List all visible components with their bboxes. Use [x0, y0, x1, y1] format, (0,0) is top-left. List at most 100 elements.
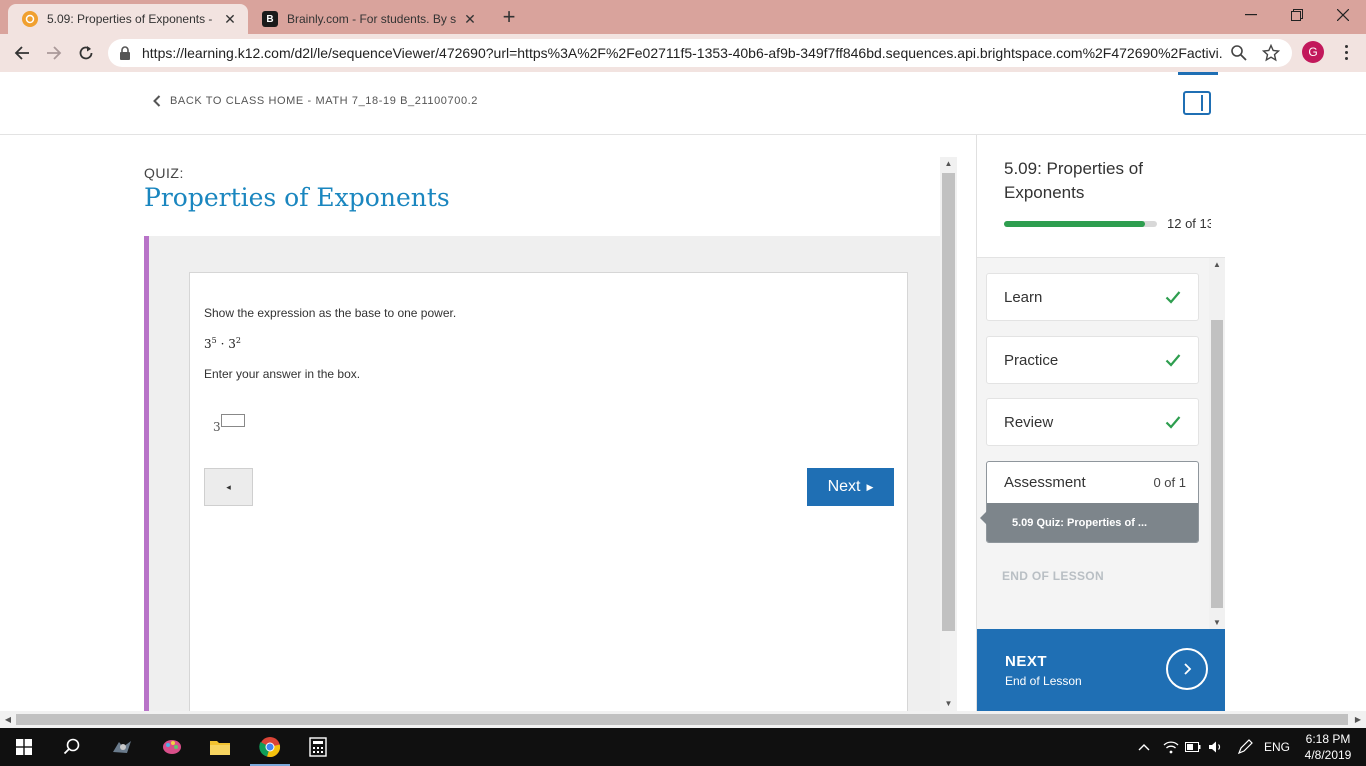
- forward-arrow-icon[interactable]: [42, 41, 66, 65]
- brainly-favicon-icon: B: [262, 11, 278, 27]
- page-title: Properties of Exponents: [144, 183, 450, 212]
- profile-avatar[interactable]: G: [1302, 41, 1324, 63]
- sidebar-item-practice[interactable]: Practice: [986, 336, 1199, 384]
- restore-icon[interactable]: [1274, 0, 1320, 30]
- clock-time: 6:18 PM: [1305, 732, 1351, 746]
- play-triangle-icon: ▶: [866, 481, 874, 492]
- scrollbar-thumb[interactable]: [16, 714, 1348, 725]
- sidebar-scrollbar[interactable]: ▲ ▼: [1209, 258, 1225, 629]
- sidebar-item-assessment[interactable]: Assessment 0 of 1 5.09 Quiz: Properties …: [986, 461, 1199, 543]
- assessment-header[interactable]: Assessment 0 of 1: [987, 462, 1198, 503]
- tab-title: 5.09: Properties of Exponents - M: [47, 12, 216, 26]
- scroll-down-arrow-icon[interactable]: ▼: [940, 697, 957, 711]
- search-icon[interactable]: [48, 728, 96, 766]
- calculator-icon[interactable]: [294, 728, 342, 766]
- side-panel-toggle-icon[interactable]: [1183, 91, 1211, 115]
- scroll-up-arrow-icon[interactable]: ▲: [940, 157, 957, 171]
- new-tab-plus-icon[interactable]: +: [498, 6, 520, 28]
- wifi-icon[interactable]: [1160, 728, 1182, 766]
- file-explorer-folder-icon[interactable]: [196, 728, 244, 766]
- battery-icon[interactable]: [1183, 728, 1203, 766]
- zoom-search-icon[interactable]: [1230, 44, 1248, 62]
- sidebar-item-label: Review: [1004, 413, 1054, 431]
- minimize-icon[interactable]: [1228, 0, 1274, 30]
- back-arrow-icon[interactable]: [10, 41, 34, 65]
- url-text: https://learning.k12.com/d2l/le/sequence…: [142, 45, 1222, 61]
- lesson-progress-bar: [1004, 221, 1157, 227]
- next-panel-subtitle: End of Lesson: [1005, 674, 1082, 688]
- browser-tab-strip: 5.09: Properties of Exponents - M ✕ B Br…: [0, 0, 1366, 34]
- answer-instruction: Enter your answer in the box.: [204, 367, 361, 381]
- lesson-title: 5.09: Properties of Exponents: [1004, 159, 1143, 202]
- browser-tab-active[interactable]: 5.09: Properties of Exponents - M ✕: [8, 4, 248, 34]
- tab-close-icon[interactable]: ✕: [222, 11, 238, 28]
- top-accent-tab: [1178, 72, 1218, 75]
- chevron-right-circle-icon: [1166, 648, 1208, 690]
- answer-base: 3: [213, 420, 221, 434]
- quiz-label: QUIZ:: [144, 165, 184, 181]
- taskbar-clock[interactable]: 6:18 PM 4/8/2019: [1296, 731, 1360, 763]
- course-top-bar: BACK TO CLASS HOME - MATH 7_18-19 B_2110…: [0, 72, 1366, 135]
- checkmark-icon: [1165, 416, 1181, 429]
- close-window-icon[interactable]: [1320, 0, 1366, 30]
- content-scrollbar[interactable]: ▲ ▼: [940, 157, 957, 711]
- sidebar-item-learn[interactable]: Learn: [986, 273, 1199, 321]
- lesson-progress-text: 12 of 13: [1167, 216, 1211, 231]
- scroll-up-arrow-icon[interactable]: ▲: [1209, 258, 1225, 272]
- question-expression: 35 · 32: [204, 336, 241, 351]
- scroll-left-arrow-icon[interactable]: ◀: [0, 711, 16, 728]
- expr-base: 3: [228, 337, 236, 351]
- assessment-label: Assessment: [1004, 474, 1086, 491]
- assessment-count: 0 of 1: [1153, 475, 1186, 490]
- sidebar-item-label: Learn: [1004, 288, 1043, 306]
- reload-icon[interactable]: [74, 41, 98, 65]
- assessment-quiz-link[interactable]: 5.09 Quiz: Properties of ...: [987, 503, 1198, 542]
- k12-favicon-icon: [22, 11, 38, 27]
- tab-close-icon[interactable]: ✕: [462, 11, 478, 28]
- sidebar-item-label: Practice: [1004, 351, 1059, 369]
- exponent-answer-input[interactable]: [221, 414, 245, 427]
- next-button-label: Next: [827, 478, 861, 495]
- scrollbar-thumb[interactable]: [1211, 320, 1223, 608]
- expr-base: 3: [204, 337, 212, 351]
- quiz-frame: Show the expression as the base to one p…: [144, 236, 940, 711]
- main-content: QUIZ: Properties of Exponents Show the e…: [0, 135, 976, 711]
- chevron-left-icon: [153, 95, 161, 107]
- browser-tab[interactable]: B Brainly.com - For students. By stu ✕: [248, 4, 488, 34]
- checkmark-icon: [1165, 291, 1181, 304]
- expr-multiply-dot: ·: [220, 337, 225, 351]
- page-horizontal-scrollbar[interactable]: ◀ ▶: [0, 711, 1366, 728]
- pen-input-icon[interactable]: [1234, 728, 1256, 766]
- back-to-class-link[interactable]: BACK TO CLASS HOME - MATH 7_18-19 B_2110…: [152, 95, 478, 107]
- lesson-sidebar: 5.09: Properties of Exponents 12 of 13 L…: [976, 135, 1225, 711]
- chrome-browser-icon[interactable]: [246, 728, 294, 766]
- next-question-button[interactable]: Next ▶: [807, 468, 894, 506]
- expr-exponent: 5: [211, 336, 217, 345]
- question-card: Show the expression as the base to one p…: [189, 272, 908, 711]
- scroll-down-arrow-icon[interactable]: ▼: [1209, 616, 1225, 629]
- scroll-right-arrow-icon[interactable]: ▶: [1350, 711, 1366, 728]
- back-link-label: BACK TO CLASS HOME - MATH 7_18-19 B_2110…: [170, 95, 479, 107]
- browser-menu-icon[interactable]: [1336, 42, 1356, 62]
- sidebar-item-review[interactable]: Review: [986, 398, 1199, 446]
- lesson-activity-list: Learn Practice Review Assessment 0 of 1 …: [977, 257, 1225, 629]
- scrollbar-thumb[interactable]: [942, 173, 955, 631]
- windows-start-icon[interactable]: [0, 728, 48, 766]
- volume-icon[interactable]: [1205, 728, 1227, 766]
- lesson-progress-fill: [1004, 221, 1145, 227]
- app-figure-icon[interactable]: [98, 728, 146, 766]
- next-panel-title: NEXT: [1005, 653, 1048, 670]
- current-item-pointer: [980, 511, 987, 525]
- bookmark-star-icon[interactable]: [1261, 43, 1281, 62]
- browser-toolbar: https://learning.k12.com/d2l/le/sequence…: [0, 34, 1366, 72]
- chevron-up-icon[interactable]: [1134, 728, 1154, 766]
- input-language[interactable]: ENG: [1262, 728, 1292, 766]
- previous-question-button[interactable]: ◂: [204, 468, 253, 506]
- next-activity-button[interactable]: NEXT End of Lesson: [977, 629, 1225, 711]
- address-bar[interactable]: https://learning.k12.com/d2l/le/sequence…: [108, 39, 1292, 67]
- windows-taskbar: ENG 6:18 PM 4/8/2019: [0, 728, 1366, 766]
- paint-palette-icon[interactable]: [148, 728, 196, 766]
- lock-icon: [118, 45, 132, 61]
- end-of-lesson-label: END OF LESSON: [1002, 569, 1104, 583]
- clock-date: 4/8/2019: [1304, 748, 1352, 762]
